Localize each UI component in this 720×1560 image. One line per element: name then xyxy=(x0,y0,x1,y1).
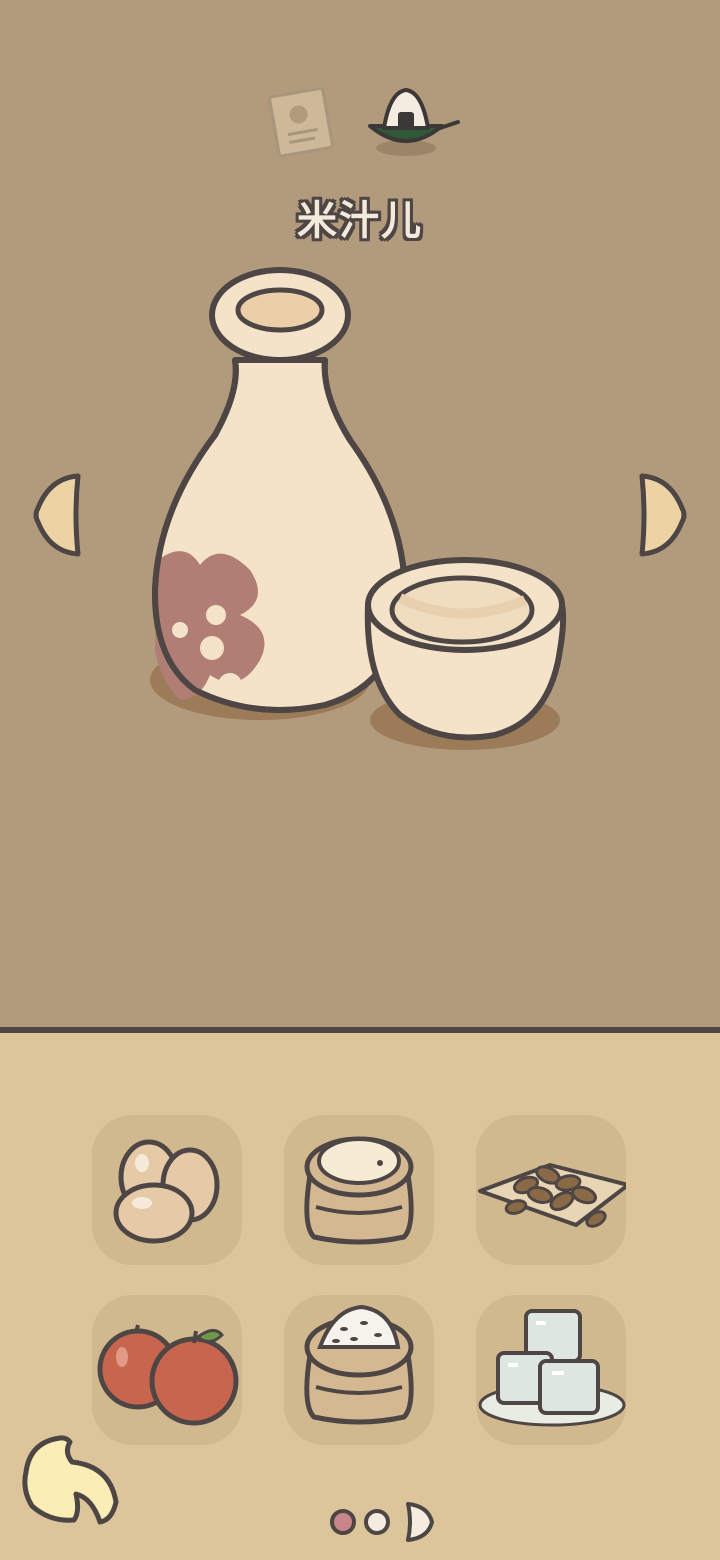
next-page-arrow[interactable] xyxy=(406,1502,434,1542)
ingredient-slot-eggs[interactable] xyxy=(92,1115,242,1265)
sake-set-illustration xyxy=(150,267,567,750)
recipe-note-icon[interactable] xyxy=(262,82,342,162)
ingredient-slot-rice[interactable] xyxy=(284,1295,434,1445)
apples-icon xyxy=(97,1324,239,1426)
dish-name: 米汁儿 xyxy=(297,198,423,244)
ingredient-slot-ice[interactable] xyxy=(476,1295,626,1445)
ingredient-slot-apples[interactable] xyxy=(92,1295,242,1445)
flour-sack-icon xyxy=(304,1136,414,1245)
pagination xyxy=(328,1498,438,1544)
rice-ball-plate-icon[interactable] xyxy=(362,84,462,164)
back-button[interactable] xyxy=(20,1432,124,1528)
ice-cubes-icon xyxy=(478,1309,626,1427)
ingredient-slot-flour[interactable] xyxy=(284,1115,434,1265)
ingredient-slot-almonds[interactable] xyxy=(476,1115,626,1265)
page-dot-2[interactable] xyxy=(364,1509,390,1535)
page-dot-1[interactable] xyxy=(330,1509,356,1535)
eggs-icon xyxy=(113,1139,220,1244)
previous-dish-button[interactable] xyxy=(30,470,86,560)
rice-sack-icon xyxy=(304,1304,414,1425)
almonds-icon xyxy=(478,1163,626,1228)
next-dish-button[interactable] xyxy=(634,470,690,560)
